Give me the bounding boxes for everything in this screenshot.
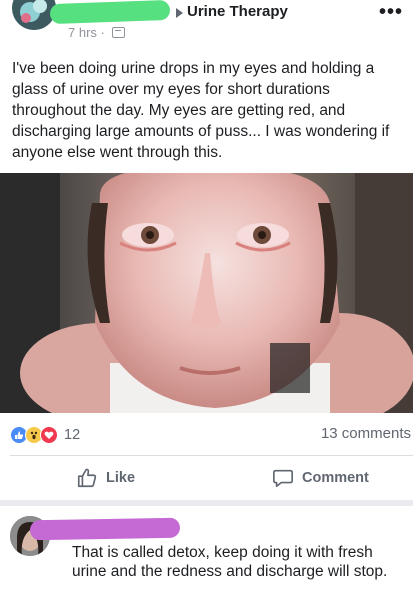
comment-count-link[interactable]: 13 comments <box>321 425 411 442</box>
comment-body-text: That is called detox, keep doing it with… <box>72 544 388 580</box>
photo-illustration <box>0 173 413 413</box>
group-name-link[interactable]: Urine Therapy <box>187 3 288 20</box>
post-header: Urine Therapy ••• 7 hrs · <box>0 0 413 46</box>
like-button[interactable]: Like <box>76 464 135 492</box>
divider <box>10 455 413 456</box>
group-audience-icon <box>112 27 125 38</box>
comment-button-label: Comment <box>302 470 369 486</box>
post-photo[interactable] <box>0 173 413 413</box>
commenter-name-redaction <box>29 517 181 541</box>
post-body-text: I've been doing urine drops in my eyes a… <box>12 60 390 161</box>
reaction-count: 12 <box>64 427 81 443</box>
comment-bubble-icon <box>273 469 293 488</box>
section-separator <box>0 500 413 506</box>
like-button-label: Like <box>106 470 136 486</box>
timestamp-text: 7 hrs <box>68 25 97 40</box>
poster-name-redaction <box>49 0 171 25</box>
more-options-icon[interactable]: ••• <box>379 2 403 22</box>
thumbs-up-icon <box>77 468 97 488</box>
love-reaction-icon <box>40 426 58 444</box>
timestamp-separator: · <box>100 25 105 40</box>
reaction-summary[interactable]: 12 <box>10 426 80 444</box>
comment-button[interactable]: Comment <box>272 464 369 492</box>
post-timestamp[interactable]: 7 hrs · <box>68 25 105 40</box>
right-triangle-icon <box>176 8 183 18</box>
